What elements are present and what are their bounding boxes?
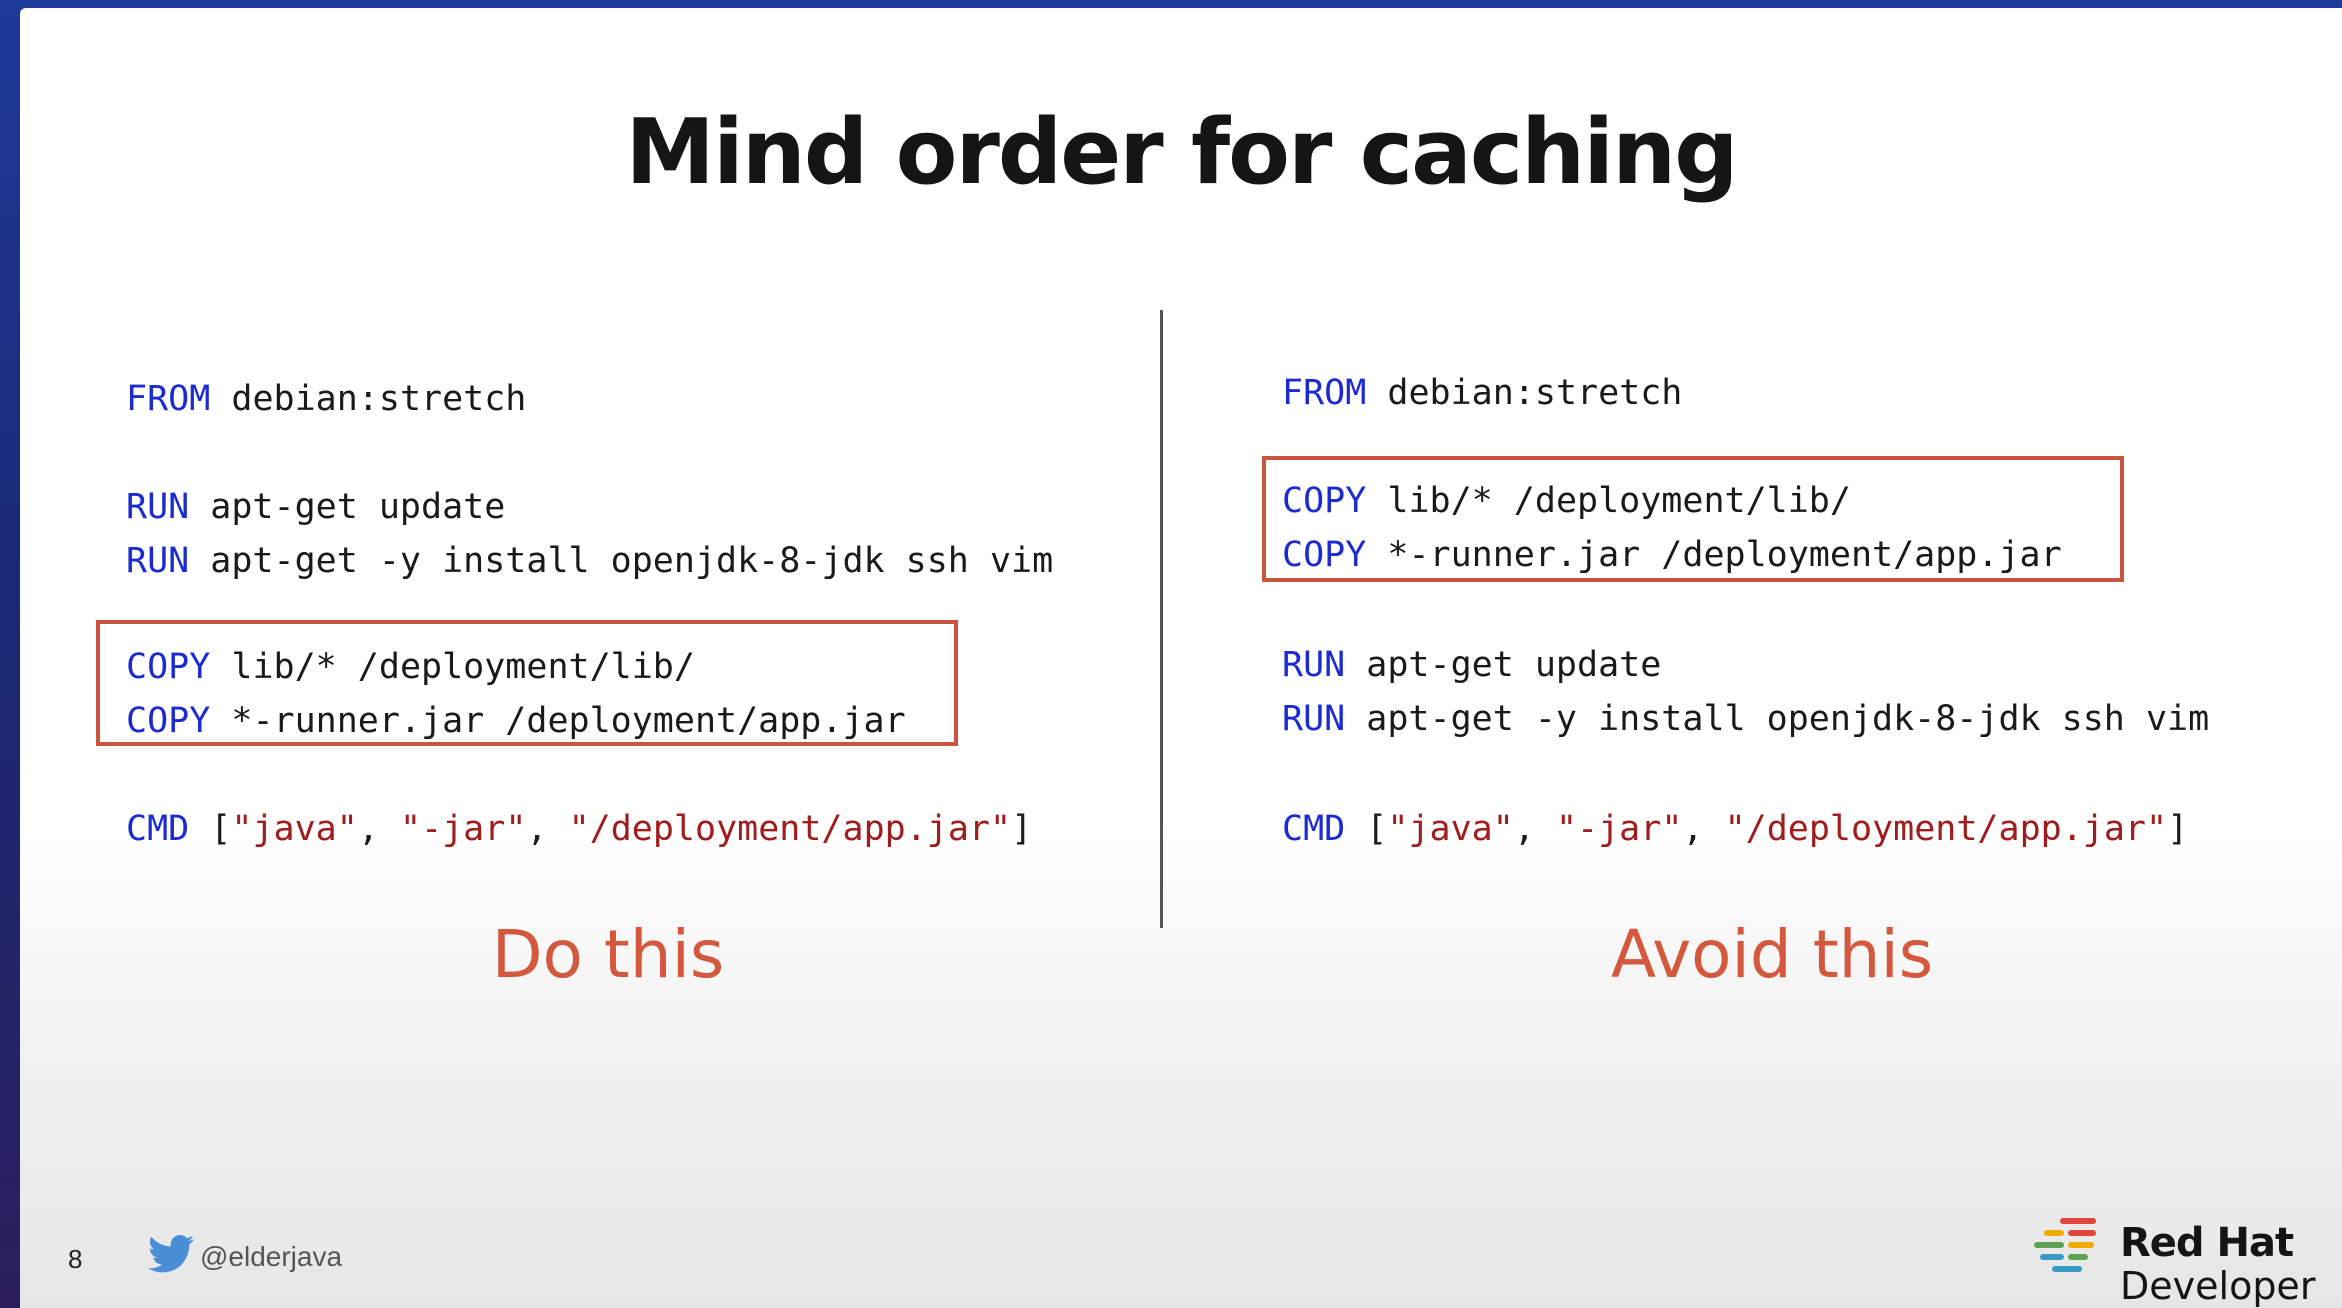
keyword: RUN [1282, 645, 1346, 685]
code-punct: [ [189, 809, 232, 849]
code-punct: , [357, 809, 400, 849]
code-punct: , [1513, 809, 1556, 849]
keyword: RUN [1282, 699, 1346, 739]
left-code-from: FROM debian:stretch [126, 372, 526, 426]
code-punct: , [1682, 809, 1725, 849]
keyword: RUN [126, 487, 190, 527]
video-frame: Mind order for caching FROM debian:stret… [0, 0, 2342, 1308]
twitter-bird-icon [148, 1234, 194, 1279]
developer-stripes-icon [2034, 1218, 2096, 1272]
right-code-copy-block: COPY lib/* /deployment/lib/COPY *-runner… [1282, 474, 2062, 582]
left-code-copy-block: COPY lib/* /deployment/lib/COPY *-runner… [126, 640, 906, 748]
right-code-cmd: CMD ["java", "-jar", "/deployment/app.ja… [1282, 802, 2188, 856]
keyword: FROM [1282, 373, 1367, 413]
code-arg: apt-get -y install openjdk-8-jdk ssh vim [1345, 699, 2210, 739]
page-number: 8 [68, 1244, 83, 1274]
code-string: "java" [231, 809, 358, 849]
code-punct: [ [1345, 809, 1388, 849]
left-code-run-block: RUN apt-get update RUN apt-get -y install… [126, 480, 1053, 588]
right-code-from: FROM debian:stretch [1282, 366, 1682, 420]
code-line: COPY *-runner.jar /deployment/app.jar [126, 694, 906, 748]
code-arg: lib/* /deployment/lib/ [1366, 481, 1851, 521]
code-arg: *-runner.jar /deployment/app.jar [210, 701, 906, 741]
red-hat-developer-logo: Red Hat Developer [2030, 1208, 2330, 1308]
code-string: "java" [1387, 809, 1514, 849]
slide-title: Mind order for caching [625, 100, 1738, 205]
code-arg: apt-get -y install openjdk-8-jdk ssh vim [189, 541, 1054, 581]
keyword: COPY [126, 647, 211, 687]
left-caption: Do this [491, 916, 725, 993]
code-punct: ] [1011, 809, 1033, 849]
column-divider [1160, 310, 1163, 928]
code-string: "/deployment/app.jar" [568, 809, 1012, 849]
keyword: COPY [1282, 481, 1367, 521]
code-arg: debian:stretch [1366, 373, 1683, 413]
right-caption: Avoid this [1610, 916, 1934, 993]
code-line: COPY lib/* /deployment/lib/ [126, 640, 906, 694]
code-line: RUN apt-get -y install openjdk-8-jdk ssh… [1282, 692, 2209, 746]
keyword: CMD [1282, 809, 1346, 849]
code-line: RUN apt-get update [1282, 638, 2209, 692]
code-string: "-jar" [399, 809, 527, 849]
right-code-run-block: RUN apt-get update RUN apt-get -y install… [1282, 638, 2209, 746]
presentation-slide: Mind order for caching FROM debian:stret… [20, 8, 2342, 1308]
code-line: RUN apt-get update [126, 480, 1053, 534]
twitter-handle-group: @elderjava [148, 1234, 342, 1279]
code-string: "-jar" [1555, 809, 1683, 849]
code-punct: ] [2167, 809, 2189, 849]
code-arg: apt-get update [1345, 645, 1662, 685]
code-line: COPY lib/* /deployment/lib/ [1282, 474, 2062, 528]
code-arg: *-runner.jar /deployment/app.jar [1366, 535, 2062, 575]
code-string: "/deployment/app.jar" [1724, 809, 2168, 849]
left-code-cmd: CMD ["java", "-jar", "/deployment/app.ja… [126, 802, 1032, 856]
brand-name: Red Hat [2120, 1220, 2294, 1266]
keyword: COPY [1282, 535, 1367, 575]
code-line: RUN apt-get -y install openjdk-8-jdk ssh… [126, 534, 1053, 588]
code-arg: apt-get update [189, 487, 506, 527]
brand-subtitle: Developer [2120, 1264, 2316, 1308]
keyword: FROM [126, 379, 211, 419]
keyword: RUN [126, 541, 190, 581]
code-arg: debian:stretch [210, 379, 527, 419]
keyword: COPY [126, 701, 211, 741]
code-punct: , [526, 809, 569, 849]
code-line: COPY *-runner.jar /deployment/app.jar [1282, 528, 2062, 582]
code-arg: lib/* /deployment/lib/ [210, 647, 695, 687]
keyword: CMD [126, 809, 190, 849]
twitter-handle-text: @elderjava [200, 1240, 343, 1272]
